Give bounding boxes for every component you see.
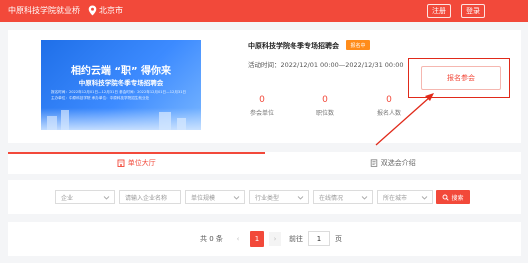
tab-fair-intro[interactable]: 双选会介绍 [265,152,522,174]
tab-bar: 单位大厅 双选会介绍 [8,152,521,174]
company-type-select[interactable]: 企业 [55,190,115,204]
pagination: 共 0 条 ‹ 1 › 前往 页 [8,222,521,256]
city-selector[interactable]: 北京市 [88,5,123,16]
building-icon [117,159,125,167]
top-navbar: 中原科技学院就业桥 北京市 注册 登录 [0,0,528,22]
site-brand[interactable]: 中原科技学院就业桥 [8,5,80,16]
banner-city-strip [41,108,201,130]
stat-label: 报名人数 [376,110,401,117]
current-page-button[interactable]: 1 [250,231,264,247]
chevron-down-icon [361,196,368,200]
fair-time: 活动时间：2022/12/01 00:00—2022/12/31 00:00 [248,61,404,69]
banner-date-line: 报名时间：2022年12月01日—12月31日 参会时间：2022年12月01日… [51,90,187,94]
stat-value: 0 [322,95,328,105]
filter-bar: 企业 请输入企业名称 单位规模 行业类型 在线情况 所在城市 搜索 [8,180,521,214]
next-page-button[interactable]: › [269,232,281,246]
online-status-select[interactable]: 在线情况 [313,190,373,204]
goto-page-input[interactable] [308,231,330,246]
banner-headline: 相约云端 “职” 得你来 [70,66,172,77]
stat-applicants: 0 报名人数 [369,95,409,117]
search-icon [443,194,450,201]
select-value: 企业 [61,194,74,202]
select-value: 单位规模 [191,194,216,202]
select-value: 行业类型 [255,194,280,202]
chevron-down-icon [233,196,240,200]
login-button[interactable]: 登录 [461,4,485,18]
stat-positions: 0 职位数 [305,95,345,117]
stat-value: 0 [386,95,392,105]
select-value: 所在城市 [383,194,408,202]
banner-organizer-line: 主办单位：中原科技学院 承办单位：中原科技学院招生就业处 [51,96,150,100]
city-label: 北京市 [99,6,123,15]
industry-select[interactable]: 行业类型 [249,190,309,204]
fair-title: 中原科技学院冬季专场招聘会 [248,42,339,50]
job-fair-banner[interactable]: 相约云端 “职” 得你来 中原科技学院冬季专场招聘会 报名时间：2022年12月… [41,40,201,130]
stat-label: 职位数 [315,110,334,117]
banner-subtitle: 中原科技学院冬季专场招聘会 [78,79,164,87]
annotation-highlight-box [408,58,510,98]
page-unit-label: 页 [335,235,342,243]
search-button[interactable]: 搜索 [436,190,470,204]
goto-label: 前往 [289,235,303,243]
register-button[interactable]: 注册 [427,4,451,18]
tab-company-hall[interactable]: 单位大厅 [8,152,265,174]
tab-label: 单位大厅 [127,159,156,167]
location-pin-icon [88,5,97,16]
tab-label: 双选会介绍 [380,159,416,167]
input-placeholder: 请输入企业名称 [125,194,168,202]
status-badge: 报名中 [346,40,370,50]
company-name-input[interactable]: 请输入企业名称 [119,190,181,204]
chevron-down-icon [421,196,428,200]
city-select[interactable]: 所在城市 [377,190,433,204]
company-scale-select[interactable]: 单位规模 [185,190,245,204]
job-fair-card: 相约云端 “职” 得你来 中原科技学院冬季专场招聘会 报名时间：2022年12月… [8,30,521,143]
document-icon [370,159,377,167]
stat-companies: 0 参会单位 [242,95,282,117]
prev-page-button[interactable]: ‹ [233,232,243,246]
chevron-down-icon [103,196,110,200]
total-count: 共 0 条 [200,235,223,243]
search-button-label: 搜索 [451,194,464,202]
stat-value: 0 [259,95,265,105]
stat-label: 参会单位 [249,110,274,117]
select-value: 在线情况 [319,194,344,202]
chevron-down-icon [297,196,304,200]
